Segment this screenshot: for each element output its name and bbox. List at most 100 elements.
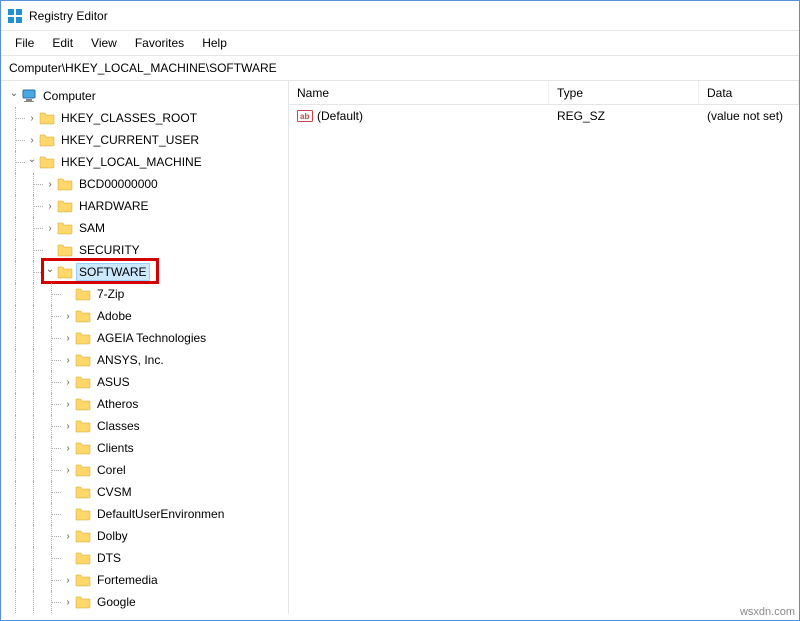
tree-item[interactable]: DefaultUserEnvironmen <box>1 503 288 525</box>
menu-file[interactable]: File <box>7 33 42 53</box>
value-data: (value not set) <box>699 109 799 123</box>
folder-icon <box>75 572 91 588</box>
expand-icon[interactable]: › <box>61 573 75 587</box>
tree-item[interactable]: 7-Zip <box>1 283 288 305</box>
folder-icon <box>39 132 55 148</box>
expand-icon[interactable]: › <box>25 111 39 125</box>
tree-item-label: CVSM <box>95 484 134 500</box>
value-name: (Default) <box>317 109 363 123</box>
expand-icon[interactable]: › <box>61 397 75 411</box>
tree-item-label: SAM <box>77 220 107 236</box>
tree-item[interactable]: › HARDWARE <box>1 195 288 217</box>
tree-item-label: Clients <box>95 440 136 456</box>
tree-item[interactable]: CVSM <box>1 481 288 503</box>
tree-item-label: DefaultUserEnvironmen <box>95 506 226 522</box>
folder-icon <box>75 440 91 456</box>
registry-tree: ⌄Computer›HKEY_CLASSES_ROOT›HKEY_CURRENT… <box>1 81 288 614</box>
expand-icon[interactable]: › <box>61 331 75 345</box>
tree-item-label: SOFTWARE <box>77 264 149 280</box>
expand-icon[interactable]: › <box>43 177 57 191</box>
tree-item-label: HKEY_LOCAL_MACHINE <box>59 154 204 170</box>
col-header-type[interactable]: Type <box>549 81 699 104</box>
tree-item-label: BCD00000000 <box>77 176 160 192</box>
expand-icon[interactable]: › <box>43 199 57 213</box>
tree-item[interactable]: › Atheros <box>1 393 288 415</box>
col-header-data[interactable]: Data <box>699 81 799 104</box>
watermark: wsxdn.com <box>740 606 795 618</box>
tree-item[interactable]: › HKEY_CLASSES_ROOT <box>1 107 288 129</box>
folder-icon <box>75 506 91 522</box>
folder-icon <box>57 242 73 258</box>
folder-icon <box>57 220 73 236</box>
computer-icon <box>21 88 37 104</box>
tree-item-label: Adobe <box>95 308 134 324</box>
folder-icon <box>75 418 91 434</box>
string-value-icon: ab <box>297 108 313 124</box>
values-pane[interactable]: Name Type Data ab (Default) REG_SZ (valu… <box>289 81 799 614</box>
tree-item[interactable]: › HKEY_CURRENT_USER <box>1 129 288 151</box>
tree-item-label: ASUS <box>95 374 132 390</box>
collapse-icon[interactable]: ⌄ <box>7 86 21 100</box>
folder-icon <box>75 550 91 566</box>
tree-item[interactable]: › Corel <box>1 459 288 481</box>
tree-item-label: HARDWARE <box>77 198 151 214</box>
tree-item[interactable]: › Adobe <box>1 305 288 327</box>
tree-item[interactable]: › SAM <box>1 217 288 239</box>
expand-icon[interactable]: › <box>61 375 75 389</box>
folder-icon <box>75 594 91 610</box>
tree-item[interactable]: › BCD00000000 <box>1 173 288 195</box>
window-title: Registry Editor <box>29 9 108 23</box>
tree-item[interactable]: DTS <box>1 547 288 569</box>
split-panes: ⌄Computer›HKEY_CLASSES_ROOT›HKEY_CURRENT… <box>1 81 799 614</box>
expand-icon[interactable]: › <box>43 221 57 235</box>
app-icon <box>7 8 23 24</box>
expand-icon[interactable]: › <box>61 353 75 367</box>
col-header-name[interactable]: Name <box>289 81 549 104</box>
collapse-icon[interactable]: ⌄ <box>25 152 39 166</box>
menu-favorites[interactable]: Favorites <box>127 33 192 53</box>
expand-icon[interactable]: › <box>61 309 75 323</box>
tree-item[interactable]: ›Fortemedia <box>1 569 288 591</box>
value-row[interactable]: ab (Default) REG_SZ (value not set) <box>289 105 799 127</box>
title-bar: Registry Editor <box>1 1 799 31</box>
folder-icon <box>75 308 91 324</box>
menu-view[interactable]: View <box>83 33 125 53</box>
folder-icon <box>57 264 73 280</box>
tree-item[interactable]: ›Classes <box>1 415 288 437</box>
tree-item-label: Corel <box>95 462 128 478</box>
tree-item[interactable]: › Clients <box>1 437 288 459</box>
expand-icon[interactable]: › <box>25 133 39 147</box>
tree-item-label: HKEY_CURRENT_USER <box>59 132 201 148</box>
collapse-icon[interactable]: ⌄ <box>43 262 57 276</box>
expand-icon[interactable]: › <box>61 595 75 609</box>
tree-item[interactable]: ⌄ HKEY_LOCAL_MACHINE <box>1 151 288 173</box>
value-name-cell: ab (Default) <box>289 108 549 124</box>
tree-item[interactable]: ⌄ SOFTWARE <box>1 261 288 283</box>
tree-item-label: Computer <box>41 88 98 104</box>
expand-icon[interactable]: › <box>61 463 75 477</box>
tree-item-label: HKEY_CLASSES_ROOT <box>59 110 199 126</box>
menu-edit[interactable]: Edit <box>44 33 81 53</box>
menu-help[interactable]: Help <box>194 33 235 53</box>
menu-bar: File Edit View Favorites Help <box>1 31 799 55</box>
tree-item[interactable]: ›Google <box>1 591 288 613</box>
tree-item[interactable]: ›Dolby <box>1 525 288 547</box>
tree-item[interactable]: ⌄ Computer <box>1 85 288 107</box>
expand-icon[interactable]: › <box>61 529 75 543</box>
tree-item-label: Atheros <box>95 396 140 412</box>
tree-pane[interactable]: ⌄Computer›HKEY_CLASSES_ROOT›HKEY_CURRENT… <box>1 81 289 614</box>
tree-item-label: ANSYS, Inc. <box>95 352 166 368</box>
expand-icon[interactable]: › <box>61 441 75 455</box>
address-bar <box>1 55 799 81</box>
tree-item[interactable]: SECURITY <box>1 239 288 261</box>
address-input[interactable] <box>7 60 793 76</box>
tree-item-label: DTS <box>95 550 123 566</box>
tree-item[interactable]: › ASUS <box>1 371 288 393</box>
tree-item-label: SECURITY <box>77 242 142 258</box>
folder-icon <box>75 330 91 346</box>
tree-item[interactable]: ›AGEIA Technologies <box>1 327 288 349</box>
expand-icon[interactable]: › <box>61 419 75 433</box>
folder-icon <box>39 110 55 126</box>
tree-item[interactable]: › ANSYS, Inc. <box>1 349 288 371</box>
folder-icon <box>75 374 91 390</box>
